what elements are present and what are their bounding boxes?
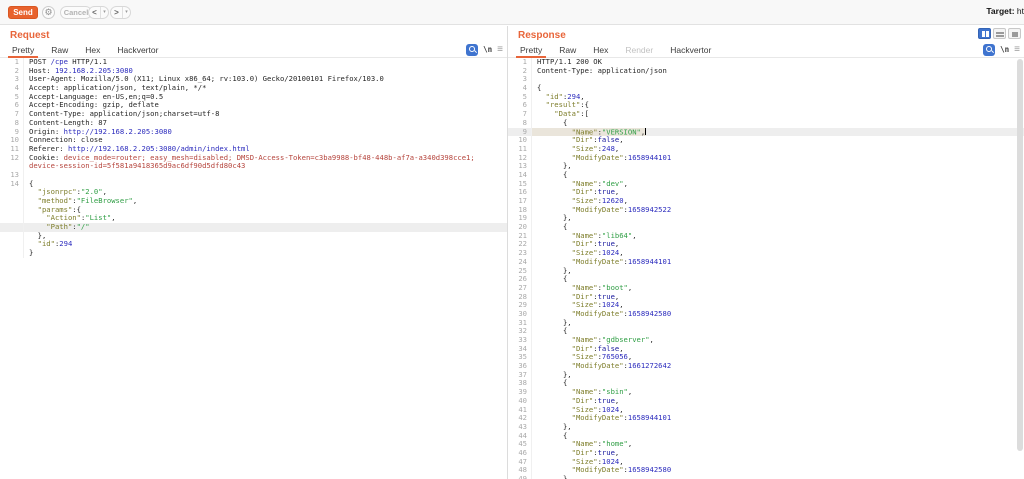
history-forward-button[interactable]: > ▾ (110, 6, 131, 19)
target-label: Target: (986, 6, 1014, 16)
code-line[interactable]: 19 }, (508, 214, 1024, 223)
single-pane-icon (1012, 32, 1018, 37)
line-number: 7 (508, 110, 532, 119)
code-line[interactable]: 48 "ModifyDate":1658942580 (508, 466, 1024, 475)
code-line[interactable]: 30 "ModifyDate":1658942580 (508, 310, 1024, 319)
layout-single-button[interactable] (1008, 28, 1021, 39)
columns-icon (982, 31, 985, 37)
line-number (0, 206, 24, 215)
code-line[interactable]: 36 "ModifyDate":1661272642 (508, 362, 1024, 371)
tab-hex[interactable]: Hex (589, 43, 612, 58)
line-number (0, 188, 24, 197)
line-number: 1 (508, 58, 532, 67)
line-number: 3 (0, 75, 24, 84)
code-line[interactable]: 4{ (508, 84, 1024, 93)
line-number: 7 (0, 110, 24, 119)
request-editor[interactable]: 1POST /cpe HTTP/1.12Host: 192.168.2.205:… (0, 58, 507, 479)
rows-icon (996, 35, 1004, 37)
target-value: ht (1017, 6, 1024, 16)
line-number: 1 (0, 58, 24, 67)
tab-hackvertor[interactable]: Hackvertor (113, 43, 162, 58)
back-arrow-icon[interactable]: < (89, 7, 100, 18)
code-text: device-session-id=5f581a9418365d9ac6df90… (24, 162, 245, 171)
code-line[interactable]: "id":294 (0, 240, 507, 249)
line-number: 5 (508, 93, 532, 102)
line-number: 3 (508, 75, 532, 84)
code-line[interactable]: 42 "ModifyDate":1658944101 (508, 414, 1024, 423)
tab-hex[interactable]: Hex (81, 43, 104, 58)
code-line[interactable]: 13 }, (508, 162, 1024, 171)
code-text: } (24, 249, 33, 258)
toolbar: Send ⚙ Cancel < ▾ > ▾ Target: ht (0, 0, 1024, 25)
code-line[interactable]: 49 } (508, 475, 1024, 479)
tab-raw[interactable]: Raw (555, 43, 580, 58)
request-panel-title: Request (10, 30, 49, 41)
back-dropdown-icon[interactable]: ▾ (100, 7, 108, 18)
request-panel: Request \n ≡ PrettyRawHexHackvertor 1POS… (0, 26, 507, 479)
line-number: 4 (508, 84, 532, 93)
line-number (0, 232, 24, 241)
columns-icon (986, 31, 989, 37)
response-panel-title: Response (518, 30, 566, 41)
line-number: 12 (0, 154, 24, 163)
layout-buttons (978, 28, 1021, 39)
code-line[interactable]: 37 }, (508, 371, 1024, 380)
tab-pretty[interactable]: Pretty (8, 43, 38, 58)
code-line[interactable]: "Path":"/" (0, 223, 507, 232)
tab-raw[interactable]: Raw (47, 43, 72, 58)
response-scrollbar[interactable] (1017, 59, 1023, 451)
line-number: 49 (508, 475, 532, 479)
line-number (0, 197, 24, 206)
target-indicator: Target: ht (986, 6, 1024, 16)
response-editor[interactable]: 1HTTP/1.1 200 OK2Content-Type: applicati… (508, 58, 1024, 479)
line-number: 2 (0, 67, 24, 76)
line-number: 5 (0, 93, 24, 102)
request-tabs: Pretty Raw Hex Hackvertor (0, 43, 507, 58)
response-tabs: Pretty Raw Hex Render Hackvertor (508, 43, 1024, 58)
code-line[interactable]: device-session-id=5f581a9418365d9ac6df90… (0, 162, 507, 171)
forward-arrow-icon[interactable]: > (111, 7, 122, 18)
tab-pretty[interactable]: Pretty (516, 43, 546, 58)
line-number: 4 (0, 84, 24, 93)
line-number: 2 (508, 67, 532, 76)
tab-render: Render (621, 43, 657, 58)
code-line[interactable]: 43 }, (508, 423, 1024, 432)
rows-icon (996, 32, 1004, 34)
line-number: 6 (0, 101, 24, 110)
line-number: 6 (508, 101, 532, 110)
code-line[interactable]: 25 }, (508, 267, 1024, 276)
send-button[interactable]: Send (8, 6, 38, 19)
layout-columns-button[interactable] (978, 28, 991, 39)
gear-icon[interactable]: ⚙ (42, 6, 55, 19)
response-panel: Response \n ≡ PrettyRawHexRenderHackvert… (508, 26, 1024, 479)
code-line[interactable]: } (0, 249, 507, 258)
code-line[interactable]: 12 "ModifyDate":1658944101 (508, 154, 1024, 163)
code-line[interactable]: 24 "ModifyDate":1658944101 (508, 258, 1024, 267)
code-line[interactable]: 18 "ModifyDate":1658942522 (508, 206, 1024, 215)
code-line[interactable]: 3 (508, 75, 1024, 84)
line-number: 8 (0, 119, 24, 128)
line-number (0, 214, 24, 223)
code-line[interactable]: }, (0, 232, 507, 241)
code-line[interactable]: 31 }, (508, 319, 1024, 328)
history-back-button[interactable]: < ▾ (88, 6, 109, 19)
line-number: 8 (508, 119, 532, 128)
line-number (0, 240, 24, 249)
line-number (0, 223, 24, 232)
code-line[interactable]: 7 "Data":[ (508, 110, 1024, 119)
line-number: 14 (0, 180, 24, 189)
code-text: Content-Type: application/json (532, 67, 667, 76)
code-line[interactable]: 13 (0, 171, 507, 180)
line-number (0, 249, 24, 258)
code-line[interactable]: 2Content-Type: application/json (508, 67, 1024, 76)
layout-rows-button[interactable] (993, 28, 1006, 39)
forward-dropdown-icon[interactable]: ▾ (122, 7, 130, 18)
code-text: } (532, 475, 567, 479)
text-cursor (645, 128, 646, 136)
tab-hackvertor[interactable]: Hackvertor (666, 43, 715, 58)
